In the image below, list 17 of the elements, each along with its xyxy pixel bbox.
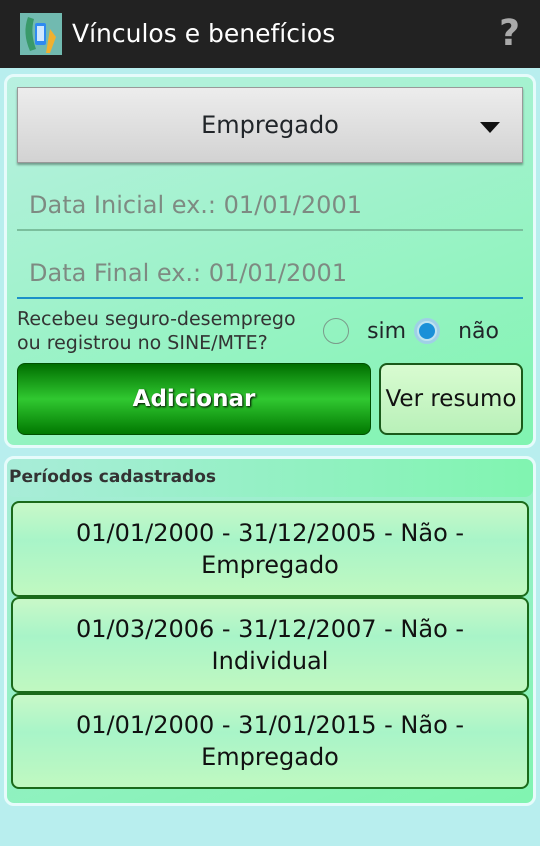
dropdown-caret-icon: [480, 122, 500, 133]
date-field[interactable]: Data Inicial ex.: 01/01/2001: [17, 173, 523, 231]
period-item[interactable]: 01/01/2000 - 31/12/2005 - Não - Empregado: [11, 500, 529, 596]
option-label: não: [458, 318, 499, 346]
question-label: Recebeu seguro-desemprego ou registrou no SINE/MTE?: [17, 307, 297, 355]
type-dropdown[interactable]: Empregado: [17, 87, 523, 163]
help-button[interactable]: ?: [491, 7, 528, 61]
period-item[interactable]: 01/01/2000 - 31/01/2015 - Não - Empregado: [11, 692, 529, 788]
app-icon: [20, 13, 62, 55]
section-header: Períodos cadastrados: [7, 459, 533, 496]
screen-title: Vínculos e benefícios: [72, 18, 336, 50]
date-field[interactable]: Data Final ex.: 01/01/2001: [17, 241, 523, 299]
summary-button[interactable]: Ver resumo: [379, 363, 523, 435]
period-item[interactable]: 01/03/2006 - 31/12/2007 - Não - Individual: [11, 596, 529, 692]
radio-button[interactable]: [414, 318, 440, 344]
radio-button[interactable]: [323, 318, 350, 344]
option-label: sim: [367, 318, 406, 346]
